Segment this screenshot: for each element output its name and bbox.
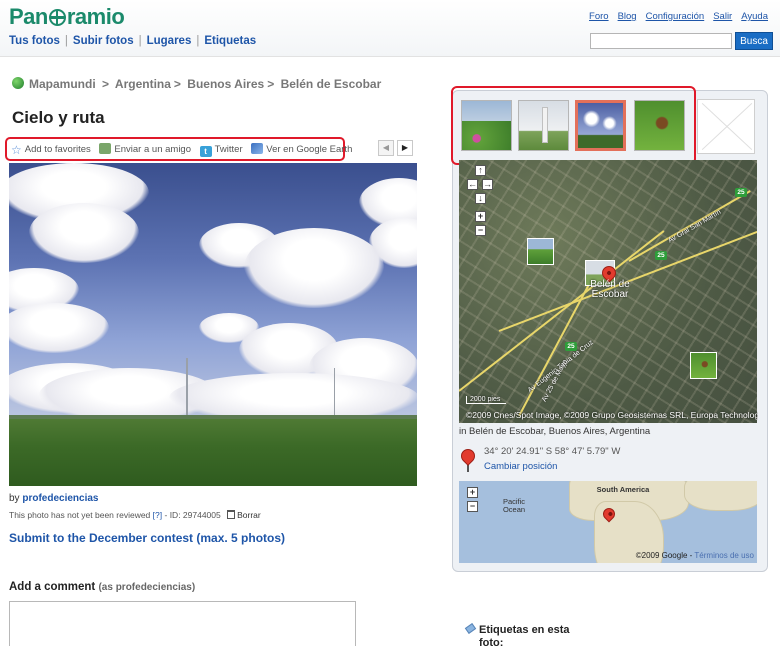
google-earth-icon — [251, 143, 264, 154]
coordinates: 34° 20' 24.91" S 58° 47' 5.79" W — [484, 446, 621, 457]
add-comment-heading: Add a comment (as profedeciencias) — [9, 581, 196, 593]
cloud — [244, 228, 384, 308]
link-salir[interactable]: Salir — [713, 11, 732, 22]
grass-field — [9, 419, 417, 486]
thumbnail-empty — [697, 99, 755, 154]
link-blog[interactable]: Blog — [618, 11, 637, 22]
route-shield: 25 — [565, 342, 577, 351]
breadcrumb-buenos-aires[interactable]: Buenos Aires — [187, 77, 264, 91]
overview-map[interactable]: South America Pacific Ocean + − ©2009 Go… — [459, 481, 757, 563]
top-links: Foro Blog Configuración Salir Ayuda — [580, 11, 768, 22]
google-earth-link[interactable]: Ver en Google Earth — [251, 143, 352, 155]
breadcrumb: Mapamundi > Argentina > Buenos Aires > Bel… — [12, 77, 381, 91]
thumbnails-highlight — [451, 86, 696, 165]
minimap-terms-link[interactable]: Términos de uso — [694, 551, 754, 560]
nav-subir-fotos[interactable]: Subir fotos — [73, 35, 134, 47]
route-shield: 25 — [735, 188, 747, 197]
pan-down-icon[interactable]: ↓ — [475, 193, 486, 204]
header: Pan ramio Tus fotos | Subir fotos | Lugares | E… — [0, 0, 780, 57]
page-title: Cielo y ruta — [12, 108, 105, 127]
breadcrumb-argentina[interactable]: Argentina — [115, 77, 171, 91]
pacific-ocean-label: Pacific Ocean — [502, 497, 526, 514]
cloud — [9, 303, 109, 353]
map-photo-marker[interactable] — [690, 352, 717, 379]
main-nav: Tus fotos | Subir fotos | Lugares | Etiquetas — [9, 35, 257, 47]
comment-textarea[interactable] — [9, 601, 356, 646]
author-line: by profedeciencias — [9, 493, 99, 504]
twitter-link[interactable]: t Twitter — [199, 144, 243, 157]
photo-navigation: ◀ ▶ — [378, 140, 416, 156]
minimap-copyright: ©2009 Google - Términos de uso — [635, 551, 754, 560]
zoom-out-icon[interactable]: − — [475, 225, 486, 236]
logo-o-icon — [48, 9, 66, 26]
breadcrumb-mapamundi[interactable]: Mapamundi — [29, 77, 96, 91]
pan-right-icon[interactable]: → — [482, 179, 493, 190]
link-configuracion[interactable]: Configuración — [646, 11, 705, 22]
change-position-link[interactable]: Cambiar posición — [484, 461, 557, 472]
light-pole — [334, 368, 335, 418]
previous-photo-button[interactable]: ◀ — [378, 140, 394, 156]
road-label-san-martin: Av Gral San Martín — [667, 208, 723, 245]
search-input[interactable] — [590, 33, 732, 49]
link-foro[interactable]: Foro — [589, 11, 609, 22]
nav-lugares[interactable]: Lugares — [147, 35, 192, 47]
location-text: in Belén de Escobar, Buenos Aires, Argen… — [459, 426, 651, 437]
star-icon: ☆ — [11, 143, 22, 157]
author-link[interactable]: profedeciencias — [22, 493, 98, 504]
cloud — [29, 203, 139, 263]
panoramio-logo[interactable]: Pan ramio — [9, 4, 125, 30]
map-town-label: Belén de Escobar — [590, 279, 630, 300]
review-status: This photo has not yet been reviewed [?]… — [9, 510, 261, 520]
twitter-icon: t — [199, 146, 212, 157]
trash-icon — [227, 510, 236, 519]
mail-icon — [99, 143, 112, 154]
minimap-zoom-out-icon[interactable]: − — [467, 501, 478, 512]
search-button[interactable]: Busca — [735, 32, 773, 50]
map-photo-marker[interactable] — [527, 238, 554, 265]
map-land — [684, 481, 757, 511]
zoom-in-icon[interactable]: + — [475, 211, 486, 222]
map-copyright: ©2009 Cnes/Spot Image, ©2009 Grupo Geosi… — [466, 410, 758, 420]
satellite-map[interactable]: Av Gral San Martín Av Eugenio Tapia de C… — [459, 160, 757, 423]
pan-up-icon[interactable]: ↑ — [475, 165, 486, 176]
light-pole — [186, 358, 188, 418]
add-to-favorites-link[interactable]: ☆ Add to favorites — [11, 144, 91, 156]
send-to-friend-link[interactable]: Enviar a un amigo — [99, 143, 191, 155]
map-scale: 2000 pies — [466, 396, 506, 404]
tags-heading: Etiquetas en esta foto: — [464, 623, 579, 646]
review-help-link[interactable]: [?] — [153, 510, 162, 520]
main-photo[interactable] — [9, 163, 417, 486]
globe-icon — [12, 77, 24, 89]
nav-tus-fotos[interactable]: Tus fotos — [9, 35, 60, 47]
photo-actions: ☆ Add to favorites Enviar a un amigo t Twi… — [5, 137, 352, 161]
tag-icon — [464, 623, 477, 634]
next-photo-button[interactable]: ▶ — [397, 140, 413, 156]
route-shield: 25 — [655, 251, 667, 260]
south-america-label: South America — [596, 485, 650, 494]
nav-etiquetas[interactable]: Etiquetas — [204, 35, 256, 47]
contest-link[interactable]: Submit to the December contest (max. 5 p… — [9, 531, 285, 545]
delete-link[interactable]: Borrar — [237, 510, 261, 520]
minimap-zoom-in-icon[interactable]: + — [467, 487, 478, 498]
link-ayuda[interactable]: Ayuda — [741, 11, 768, 22]
breadcrumb-belen-de-escobar[interactable]: Belén de Escobar — [281, 77, 382, 91]
pan-left-icon[interactable]: ← — [467, 179, 478, 190]
